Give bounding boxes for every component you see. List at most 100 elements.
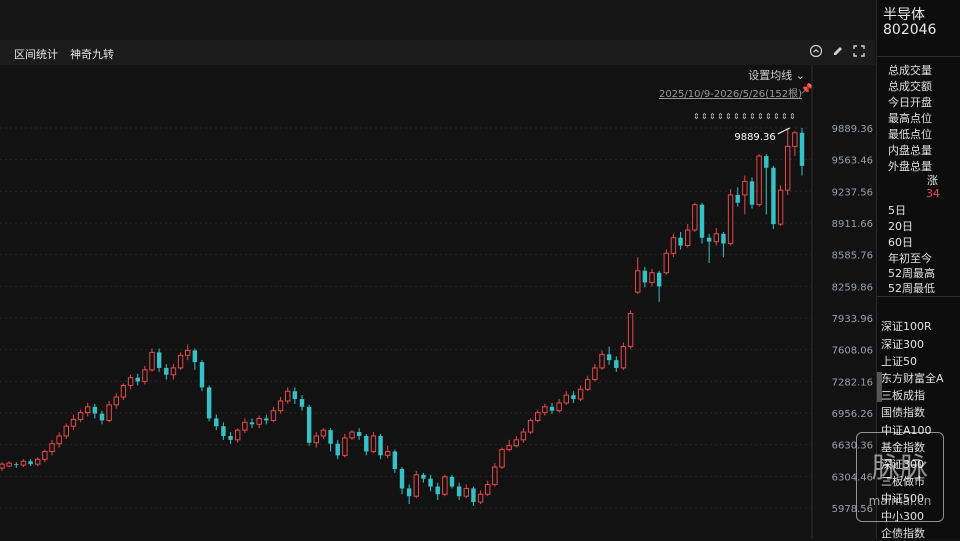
candle-body — [513, 439, 519, 447]
candle-body — [506, 445, 512, 451]
candle-body — [527, 419, 534, 433]
candle-body — [135, 377, 140, 382]
candle-body — [592, 367, 598, 381]
candle-body — [771, 167, 776, 225]
candle-body — [542, 406, 548, 414]
candle-body — [556, 402, 562, 412]
interval-stats-button[interactable]: 区间统计 — [14, 46, 58, 62]
candle-body — [456, 486, 462, 497]
candle-body — [214, 418, 219, 427]
candle-body — [606, 354, 612, 361]
candle-body — [435, 486, 440, 495]
candle-body — [792, 132, 798, 147]
candle-body — [164, 367, 169, 375]
candle-body — [235, 429, 241, 441]
nine-turn-marker: ⇕ — [701, 112, 708, 121]
security-code: 802046 — [883, 22, 937, 38]
period-5d: 5日 — [888, 204, 906, 217]
candlestick-chart: 9889.36 9563.46 9237.56 8911.66 8585.76 8259.… — [0, 65, 873, 539]
candle-body — [614, 360, 619, 368]
watermark-text: 脉脉 — [871, 451, 928, 484]
candle-body — [299, 399, 305, 407]
index-item[interactable]: 上证50 — [881, 353, 917, 369]
magic-nine-button[interactable]: 神奇九转 — [70, 46, 114, 62]
candle-body — [99, 413, 105, 421]
y-tick-label: 8259.86 — [832, 282, 873, 293]
y-tick-label: 7933.96 — [832, 314, 873, 325]
candle-body — [120, 384, 127, 398]
rise-label: 涨 — [927, 174, 938, 187]
period-20d: 20日 — [888, 220, 913, 233]
candle-body — [385, 451, 391, 456]
candle-body — [42, 451, 48, 460]
draw-pen-icon[interactable] — [830, 44, 846, 60]
candle-body — [177, 354, 184, 369]
nine-turn-marker: ⇕ — [733, 112, 740, 121]
stat-total-volume: 总成交量 — [888, 64, 932, 77]
index-item[interactable]: 深证300 — [881, 336, 924, 352]
candle-body — [277, 400, 284, 412]
candle-body — [335, 443, 340, 456]
nine-turn-marker: ⇕ — [765, 112, 772, 121]
candle-body — [585, 379, 591, 390]
candle-body — [127, 377, 134, 386]
stat-open: 今日开盘 — [888, 96, 932, 109]
candle-body — [599, 353, 605, 369]
candle-body — [199, 362, 205, 388]
candle-body — [85, 406, 91, 414]
candle-body — [635, 270, 641, 293]
candle-body — [170, 367, 177, 376]
candle-body — [799, 132, 805, 166]
candle-body — [656, 272, 662, 287]
kline-chart-area[interactable]: 设置均线 ⌄ 2025/10/9-2026/5/26(152根) 📌 9889.… — [0, 65, 875, 539]
candle-body — [370, 435, 377, 453]
candle-body — [92, 406, 98, 414]
watermark-sub: maimai.cn — [868, 494, 932, 508]
chevron-up-circle-icon[interactable] — [808, 44, 824, 60]
candle-body — [113, 396, 119, 406]
candle-body — [785, 145, 791, 191]
candle-body — [378, 435, 383, 456]
y-tick-label: 9237.56 — [832, 187, 873, 198]
candle-body — [649, 272, 655, 283]
period-ytd: 年初至今 — [888, 252, 932, 265]
candle-body — [270, 410, 277, 421]
stat-high: 最高点位 — [888, 112, 932, 125]
candle-body — [499, 449, 505, 468]
candle-body — [756, 155, 762, 206]
candle-body — [221, 426, 226, 436]
candle-body — [35, 458, 41, 465]
index-item[interactable]: 深证100R — [881, 318, 932, 334]
index-item[interactable]: 国债指数 — [881, 404, 925, 420]
candle-body — [549, 406, 555, 411]
candle-body — [14, 464, 19, 466]
candle-body — [413, 474, 420, 497]
candle-body — [471, 488, 476, 503]
candle-body — [285, 390, 291, 402]
y-tick-label: 8585.76 — [832, 251, 873, 262]
candle-body — [206, 387, 212, 419]
nine-turn-marker: ⇕ — [741, 112, 748, 121]
candle-body — [249, 422, 255, 425]
candle-body — [364, 435, 369, 452]
highest-point-label: 9889.36 — [734, 132, 775, 143]
period-52w-low: 52周最低 — [888, 282, 935, 295]
expand-icon[interactable] — [851, 44, 867, 60]
candle-body — [620, 346, 627, 369]
candle-body — [228, 435, 233, 440]
candle-body — [192, 350, 198, 363]
index-item[interactable]: 三板成指 — [881, 387, 925, 403]
stat-inner-volume: 内盘总量 — [888, 144, 932, 157]
candle-body — [663, 252, 669, 274]
nine-turn-marker: ⇕ — [757, 112, 764, 121]
candle-body — [563, 394, 569, 404]
candle-body — [727, 194, 734, 245]
nine-turn-marker: ⇕ — [781, 112, 788, 121]
nine-turn-marker: ⇕ — [749, 112, 756, 121]
candle-body — [392, 451, 398, 469]
y-tick-label: 9889.36 — [832, 124, 873, 135]
index-item[interactable]: 东方财富全A — [881, 370, 944, 386]
y-tick-label: 7282.16 — [832, 377, 873, 388]
candle-body — [749, 181, 755, 205]
y-tick-label: 9563.46 — [832, 156, 873, 167]
